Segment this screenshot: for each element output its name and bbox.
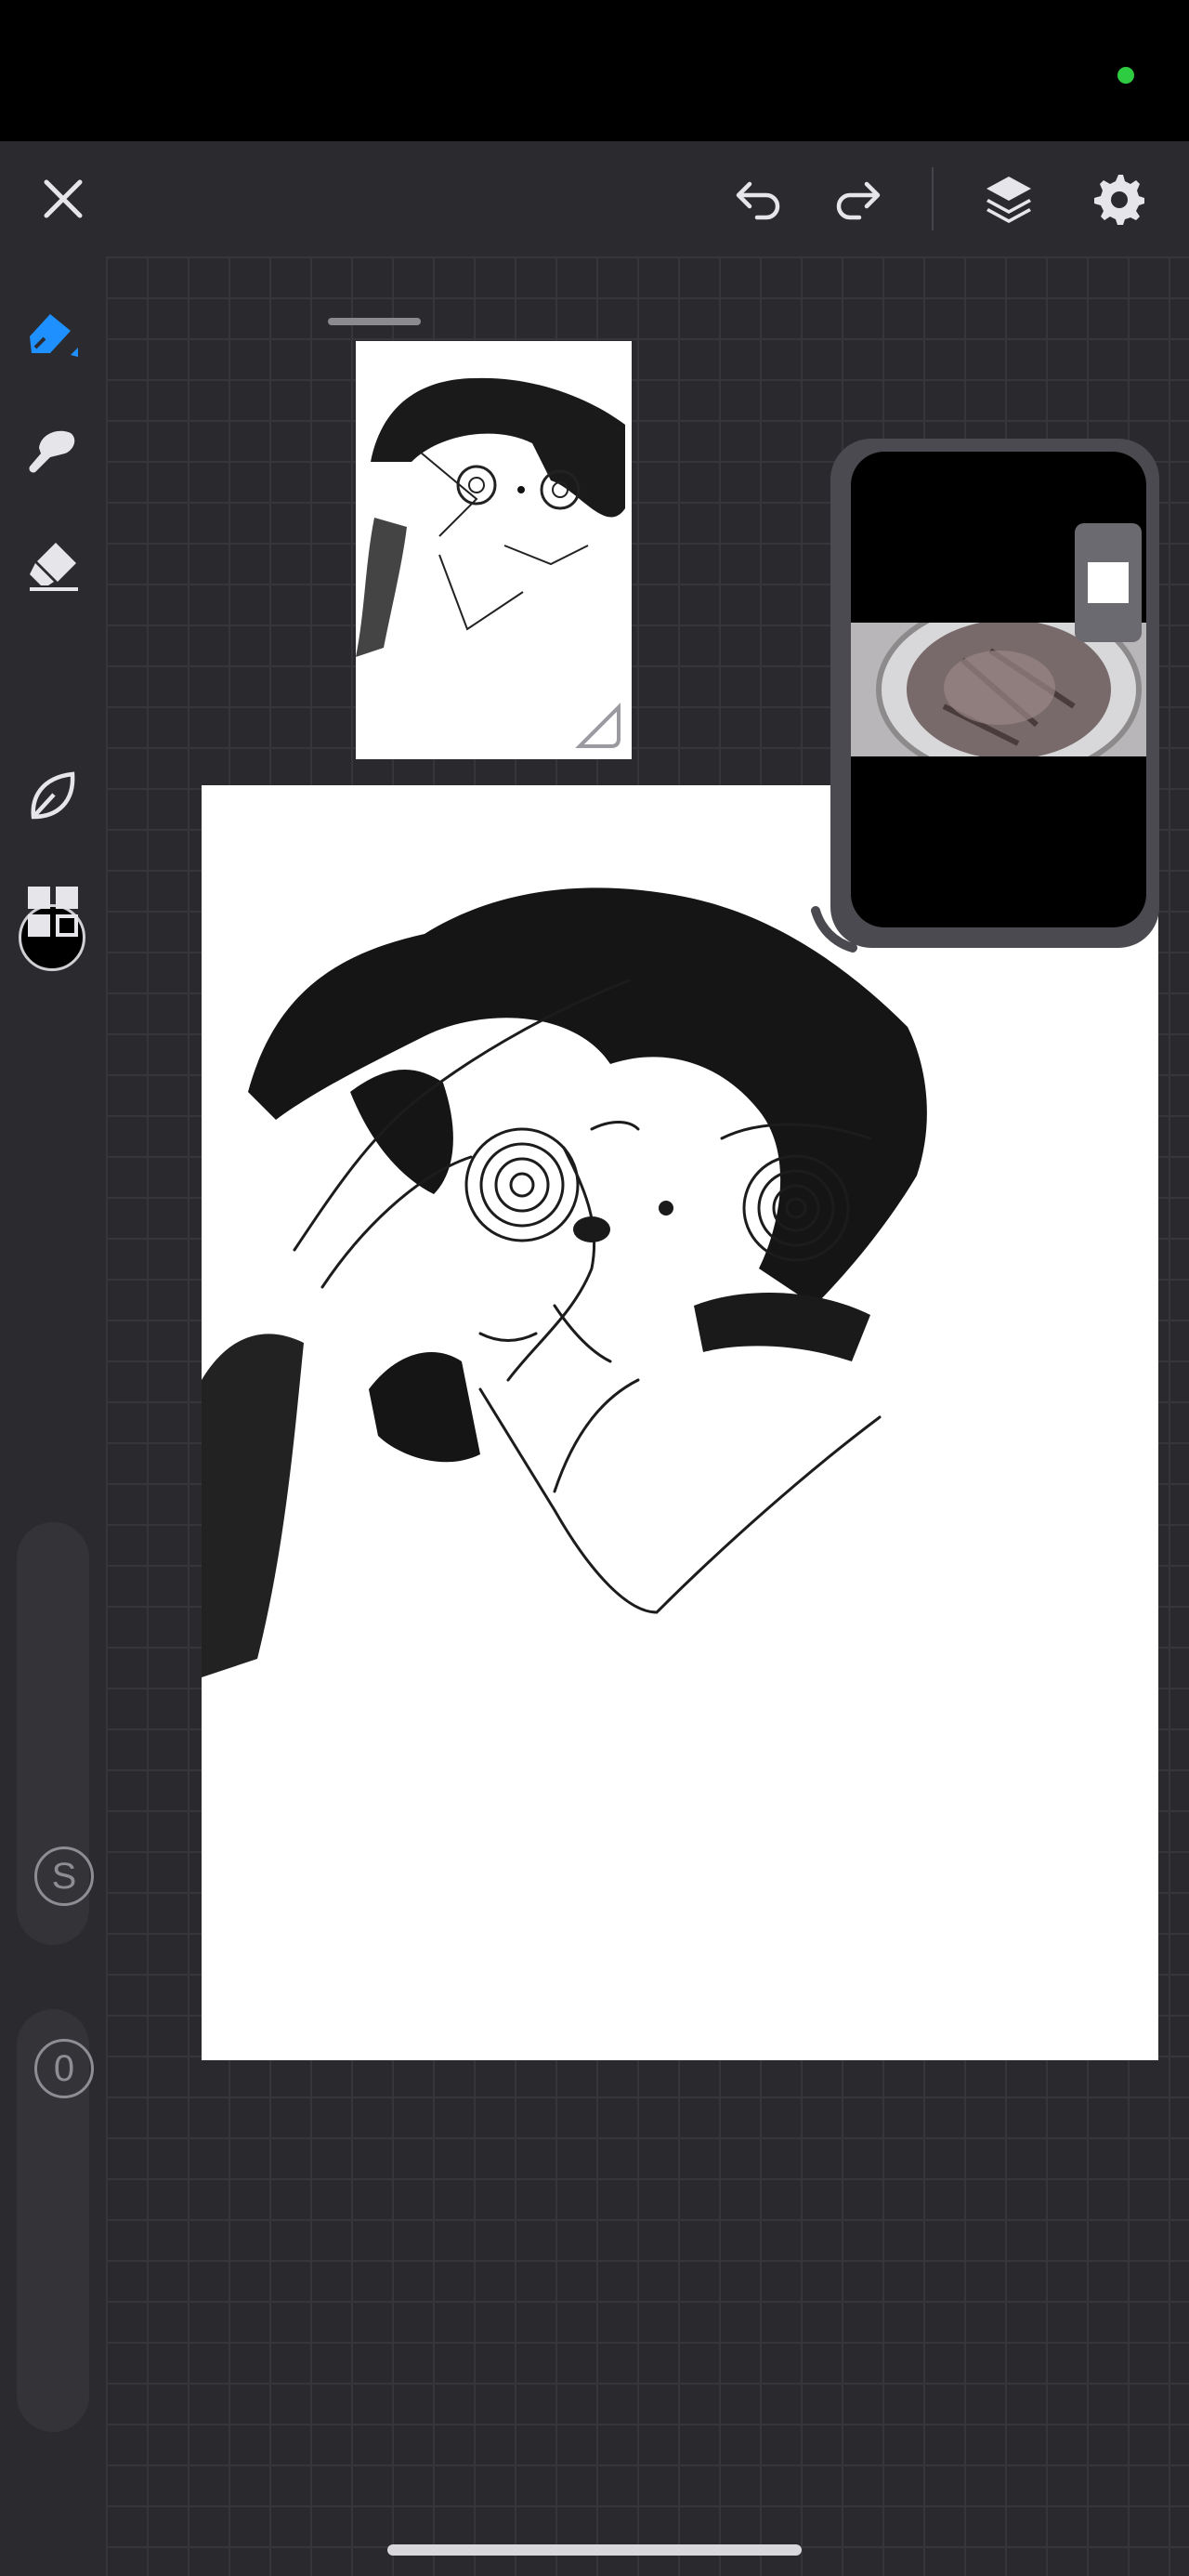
undo-button[interactable] xyxy=(725,165,792,232)
grid-icon xyxy=(28,887,78,937)
undo-icon xyxy=(736,181,780,220)
layers-button[interactable] xyxy=(975,165,1042,232)
smudge-tool[interactable] xyxy=(16,414,90,488)
pip-image xyxy=(1088,562,1129,603)
drawing-canvas[interactable] xyxy=(202,785,1158,2060)
lasso-tool[interactable] xyxy=(16,758,90,833)
brush-size-slider[interactable]: S xyxy=(17,1522,94,1945)
resize-handle-icon[interactable] xyxy=(570,698,626,754)
lasso-icon xyxy=(31,771,75,820)
layers-icon xyxy=(986,177,1031,223)
eraser-tool[interactable] xyxy=(16,529,90,603)
camera-resize-arc-icon[interactable] xyxy=(808,892,882,966)
toolbar-divider xyxy=(932,167,934,230)
smudge-icon xyxy=(29,430,75,473)
redo-button[interactable] xyxy=(824,165,891,232)
reference-drag-handle[interactable] xyxy=(328,318,421,325)
reference-image[interactable] xyxy=(356,341,632,759)
eraser-icon xyxy=(30,543,78,591)
camera-feed-image xyxy=(851,623,1146,756)
close-button[interactable] xyxy=(30,165,97,232)
opacity-label: 0 xyxy=(34,2039,94,2098)
pen-icon xyxy=(30,314,78,357)
pen-tool[interactable] xyxy=(16,298,90,373)
status-bar xyxy=(0,0,1189,141)
top-toolbar xyxy=(0,141,1189,256)
camera-pip-thumbnail[interactable] xyxy=(1075,523,1142,642)
gallery-button[interactable] xyxy=(16,874,90,949)
close-icon xyxy=(44,179,83,218)
gear-icon xyxy=(1094,175,1144,225)
sketch-drawing xyxy=(202,887,927,1677)
home-indicator[interactable] xyxy=(387,2544,802,2556)
camera-in-use-indicator xyxy=(1117,67,1134,84)
settings-button[interactable] xyxy=(1085,165,1152,232)
reference-drawing xyxy=(356,377,625,657)
camera-video-feed xyxy=(851,623,1146,756)
left-toolbar: S 0 xyxy=(0,256,106,2576)
redo-icon xyxy=(836,181,881,220)
brush-size-label: S xyxy=(34,1847,94,1906)
opacity-slider[interactable]: 0 xyxy=(17,2009,94,2432)
